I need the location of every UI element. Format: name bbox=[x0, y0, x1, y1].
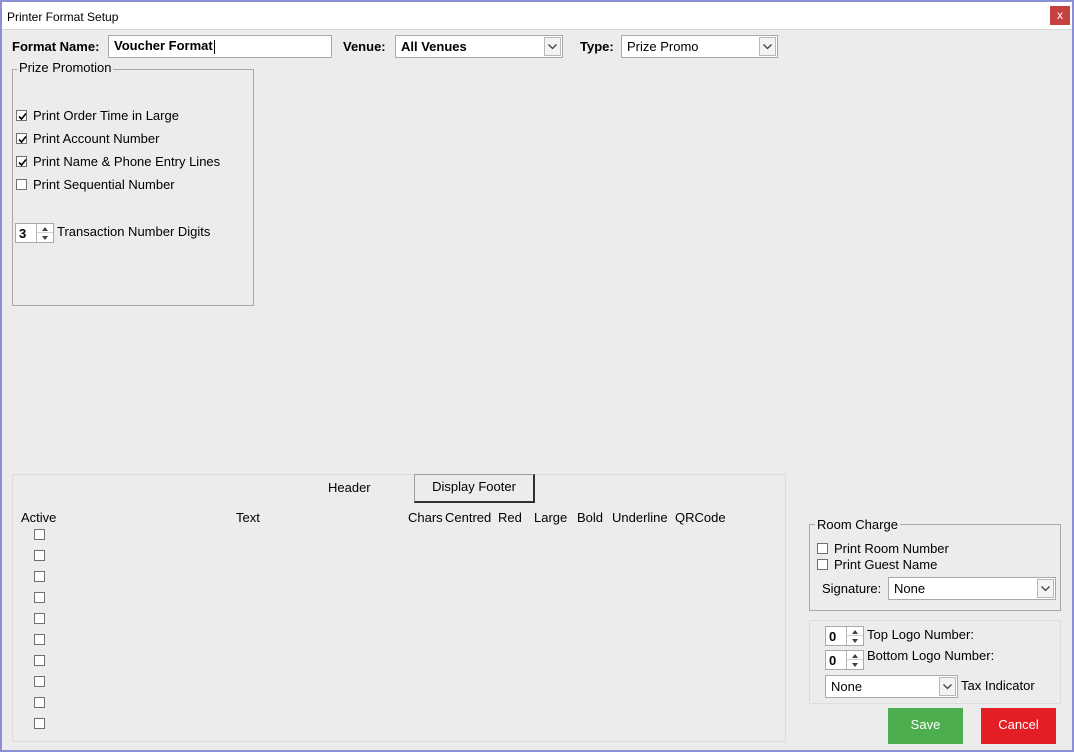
print-room-number-label: Print Room Number bbox=[834, 541, 949, 556]
header-row-active-checkbox[interactable] bbox=[34, 592, 45, 603]
print-guest-name-checkbox[interactable] bbox=[817, 559, 828, 570]
column-bold: Bold bbox=[577, 510, 604, 525]
top-logo-value: 0 bbox=[829, 629, 837, 644]
chevron-down-icon[interactable] bbox=[1037, 579, 1054, 598]
spin-down-arrow-icon[interactable] bbox=[37, 233, 53, 242]
spin-up-arrow-icon[interactable] bbox=[37, 224, 53, 233]
transaction-digits-value: 3 bbox=[19, 226, 27, 241]
header-row-active-checkbox[interactable] bbox=[34, 676, 45, 687]
column-red: Red bbox=[498, 510, 522, 525]
print-order-time-checkbox[interactable] bbox=[16, 110, 27, 121]
print-account-number-label: Print Account Number bbox=[33, 131, 160, 146]
transaction-digits-label: Transaction Number Digits bbox=[57, 224, 211, 239]
top-logo-spinner[interactable]: 0 bbox=[825, 626, 864, 646]
transaction-digits-spinner[interactable]: 3 bbox=[15, 223, 54, 243]
format-name-input[interactable]: Voucher Format bbox=[108, 35, 332, 58]
display-footer-button[interactable]: Display Footer bbox=[414, 474, 535, 503]
printer-format-setup-window: Printer Format Setup x Format Name: Vouc… bbox=[0, 0, 1074, 752]
spin-down-arrow-icon[interactable] bbox=[847, 660, 863, 669]
spin-down-arrow-icon[interactable] bbox=[847, 636, 863, 645]
header-row-active-checkbox[interactable] bbox=[34, 613, 45, 624]
close-button[interactable]: x bbox=[1050, 6, 1070, 25]
print-guest-name-label: Print Guest Name bbox=[834, 557, 938, 572]
print-name-phone-label: Print Name & Phone Entry Lines bbox=[33, 154, 221, 169]
print-sequential-number-checkbox[interactable] bbox=[16, 179, 27, 190]
venue-label: Venue: bbox=[343, 39, 386, 54]
header-row-active-checkbox[interactable] bbox=[34, 550, 45, 561]
header-footer-panel bbox=[12, 474, 786, 742]
column-centred: Centred bbox=[445, 510, 492, 525]
window-title: Printer Format Setup bbox=[7, 10, 119, 24]
type-label: Type: bbox=[580, 39, 614, 54]
room-charge-legend: Room Charge bbox=[815, 517, 900, 532]
cancel-button[interactable]: Cancel bbox=[981, 708, 1056, 744]
prize-promotion-legend: Prize Promotion bbox=[17, 60, 114, 75]
print-name-phone-checkbox[interactable] bbox=[16, 156, 27, 167]
bottom-logo-spinner[interactable]: 0 bbox=[825, 650, 864, 670]
spin-up-arrow-icon[interactable] bbox=[847, 627, 863, 636]
venue-value: All Venues bbox=[401, 39, 467, 54]
type-select[interactable]: Prize Promo bbox=[621, 35, 778, 58]
column-underline: Underline bbox=[612, 510, 668, 525]
signature-select[interactable]: None bbox=[888, 577, 1056, 600]
column-large: Large bbox=[534, 510, 568, 525]
header-row-active-checkbox[interactable] bbox=[34, 718, 45, 729]
chevron-down-icon[interactable] bbox=[544, 37, 561, 56]
tax-indicator-value: None bbox=[831, 679, 863, 694]
column-active: Active bbox=[21, 510, 57, 525]
header-title: Header bbox=[328, 480, 371, 495]
chevron-down-icon[interactable] bbox=[939, 677, 956, 696]
chevron-down-icon[interactable] bbox=[759, 37, 776, 56]
checkmark-icon bbox=[18, 158, 27, 167]
bottom-logo-label: Bottom Logo Number: bbox=[867, 648, 995, 663]
text-caret bbox=[213, 39, 215, 54]
column-chars: Chars bbox=[408, 510, 443, 525]
tax-indicator-select[interactable]: None bbox=[825, 675, 958, 698]
format-name-value: Voucher Format bbox=[114, 38, 213, 53]
top-logo-label: Top Logo Number: bbox=[867, 627, 974, 642]
header-row-active-checkbox[interactable] bbox=[34, 655, 45, 666]
print-order-time-label: Print Order Time in Large bbox=[33, 108, 179, 123]
header-row-active-checkbox[interactable] bbox=[34, 571, 45, 582]
checkmark-icon bbox=[18, 135, 27, 144]
column-text: Text bbox=[236, 510, 260, 525]
column-qrcode: QRCode bbox=[675, 510, 726, 525]
save-button[interactable]: Save bbox=[888, 708, 963, 744]
checkmark-icon bbox=[18, 112, 27, 121]
header-row-active-checkbox[interactable] bbox=[34, 697, 45, 708]
signature-value: None bbox=[894, 581, 926, 596]
title-bar: Printer Format Setup x bbox=[2, 2, 1072, 30]
tax-indicator-label: Tax Indicator bbox=[961, 678, 1035, 693]
header-row-active-checkbox[interactable] bbox=[34, 634, 45, 645]
print-room-number-checkbox[interactable] bbox=[817, 543, 828, 554]
spin-up-arrow-icon[interactable] bbox=[847, 651, 863, 660]
type-value: Prize Promo bbox=[627, 39, 699, 54]
header-row-active-checkbox[interactable] bbox=[34, 529, 45, 540]
signature-label: Signature: bbox=[822, 581, 882, 596]
venue-select[interactable]: All Venues bbox=[395, 35, 563, 58]
format-name-label: Format Name: bbox=[12, 39, 100, 54]
print-account-number-checkbox[interactable] bbox=[16, 133, 27, 144]
bottom-logo-value: 0 bbox=[829, 653, 837, 668]
print-sequential-number-label: Print Sequential Number bbox=[33, 177, 175, 192]
